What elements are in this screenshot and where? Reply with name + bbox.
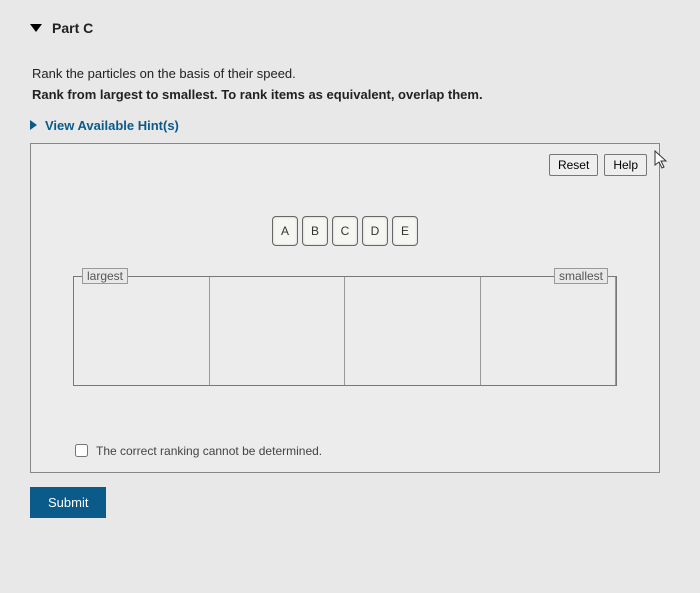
rank-column[interactable] xyxy=(481,277,617,385)
rank-label-smallest: smallest xyxy=(554,268,608,284)
tiles-row: A B C D E xyxy=(43,216,647,246)
hints-label: View Available Hint(s) xyxy=(45,118,179,133)
rank-column[interactable] xyxy=(345,277,481,385)
ranking-workspace: Reset Help A B C D E largest smallest Th… xyxy=(30,143,660,473)
hints-toggle[interactable]: View Available Hint(s) xyxy=(30,118,660,133)
tile-c[interactable]: C xyxy=(332,216,358,246)
part-header[interactable]: Part C xyxy=(30,20,660,36)
cannot-determine-checkbox[interactable] xyxy=(75,444,88,457)
tile-e[interactable]: E xyxy=(392,216,418,246)
part-title: Part C xyxy=(52,20,93,36)
cannot-determine-label: The correct ranking cannot be determined… xyxy=(96,444,322,458)
expand-right-icon xyxy=(30,120,37,130)
cannot-determine-row: The correct ranking cannot be determined… xyxy=(75,444,322,458)
tile-d[interactable]: D xyxy=(362,216,388,246)
instructions: Rank the particles on the basis of their… xyxy=(32,64,660,106)
collapse-down-icon xyxy=(30,24,42,32)
tile-b[interactable]: B xyxy=(302,216,328,246)
submit-button[interactable]: Submit xyxy=(30,487,106,518)
workspace-buttons: Reset Help xyxy=(43,154,647,176)
rank-label-largest: largest xyxy=(82,268,128,284)
ranking-dropzone[interactable]: largest smallest xyxy=(73,276,617,386)
reset-button[interactable]: Reset xyxy=(549,154,598,176)
instruction-line-1: Rank the particles on the basis of their… xyxy=(32,64,660,85)
rank-column[interactable] xyxy=(210,277,346,385)
instruction-line-2: Rank from largest to smallest. To rank i… xyxy=(32,85,660,106)
tile-a[interactable]: A xyxy=(272,216,298,246)
rank-column[interactable] xyxy=(74,277,210,385)
help-button[interactable]: Help xyxy=(604,154,647,176)
